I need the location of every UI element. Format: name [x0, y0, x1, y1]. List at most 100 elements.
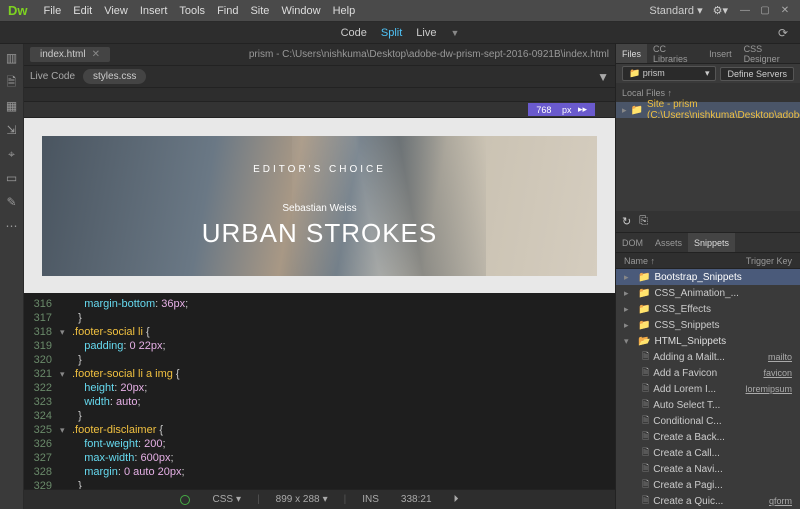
related-file[interactable]: styles.css: [83, 69, 146, 84]
site-dropdown[interactable]: 📁 prism▾: [622, 66, 716, 81]
document-tabbar: index.html ✕ prism - C:\Users\nishkuma\D…: [24, 44, 615, 66]
tab-files[interactable]: Files: [616, 44, 647, 63]
code-line[interactable]: 321▾.footer-social li a img {: [24, 367, 615, 381]
snippet-folder[interactable]: ▾📂HTML_Snippets: [616, 333, 800, 349]
view-code[interactable]: Code: [341, 27, 367, 39]
snippet-folder[interactable]: ▸📁Bootstrap_Snippets: [616, 269, 800, 285]
close-tab-icon[interactable]: ✕: [92, 49, 100, 60]
snippet-item[interactable]: 🗎Create a Pagi...: [616, 477, 800, 493]
filter-icon[interactable]: ▼: [597, 70, 609, 84]
code-line[interactable]: 327 max-width: 600px;: [24, 451, 615, 465]
more-icon[interactable]: ⋯: [4, 218, 20, 234]
code-line[interactable]: 329 }: [24, 479, 615, 489]
status-lang[interactable]: CSS ▾: [206, 494, 247, 505]
snippet-folder[interactable]: ▸📁CSS_Effects: [616, 301, 800, 317]
live-code-label: Live Code: [30, 71, 75, 82]
menu-file[interactable]: File: [44, 5, 62, 17]
files-panel-tabs: Files CC Libraries Insert CSS Designer: [616, 44, 800, 64]
workspace-switcher[interactable]: Standard ▾: [649, 4, 702, 17]
code-line[interactable]: 323 width: auto;: [24, 395, 615, 409]
status-cursor: 338:21: [395, 494, 438, 505]
view-live[interactable]: Live: [416, 27, 436, 39]
snippet-item[interactable]: 🗎Adding a Mailt...mailto: [616, 349, 800, 365]
toggle-panels-icon[interactable]: ▥: [4, 50, 20, 66]
expand-icon[interactable]: ⇲: [4, 122, 20, 138]
hero-author: Sebastian Weiss: [282, 203, 356, 214]
tab-snippets[interactable]: Snippets: [688, 233, 735, 252]
close-icon[interactable]: ✕: [778, 4, 792, 18]
tab-insert[interactable]: Insert: [703, 44, 738, 63]
tab-cc-libraries[interactable]: CC Libraries: [647, 44, 703, 63]
col-trigger[interactable]: Trigger Key: [746, 256, 792, 266]
snippet-item[interactable]: 🗎Add Lorem I...loremipsum: [616, 381, 800, 397]
menu-find[interactable]: Find: [217, 5, 238, 17]
define-servers-button[interactable]: Define Servers: [720, 67, 794, 81]
link-icon[interactable]: ⎘: [639, 215, 648, 228]
menu-view[interactable]: View: [104, 5, 128, 17]
settings-icon[interactable]: ⚙▾: [713, 4, 728, 17]
minimize-icon[interactable]: —: [738, 4, 752, 18]
chevron-right-icon: ▸: [622, 105, 627, 116]
snippet-item[interactable]: 🗎Auto Select T...: [616, 397, 800, 413]
code-editor[interactable]: 316 margin-bottom: 36px;317 }318▾.footer…: [24, 293, 615, 489]
live-view-icon[interactable]: ▦: [4, 98, 20, 114]
site-root-row[interactable]: ▸ 📁 Site - prism (C:\Users\nishkuma\Desk…: [616, 102, 800, 118]
snippet-item[interactable]: 🗎Create a Navi...: [616, 461, 800, 477]
breadcrumb-bar: [24, 88, 615, 102]
chevron-down-icon[interactable]: ▼: [450, 28, 459, 38]
layout-icon[interactable]: ▭: [4, 170, 20, 186]
right-panels: Files CC Libraries Insert CSS Designer 📁…: [615, 44, 800, 509]
file-icon[interactable]: 🗎: [4, 74, 20, 90]
snippet-item[interactable]: 🗎Add a Faviconfavicon: [616, 365, 800, 381]
snippet-item[interactable]: 🗎Create a Back...: [616, 429, 800, 445]
view-split[interactable]: Split: [381, 27, 402, 39]
snippet-item[interactable]: 🗎Create a Quic...qform: [616, 493, 800, 509]
menubar: Dw File Edit View Insert Tools Find Site…: [0, 0, 800, 22]
menu-site[interactable]: Site: [250, 5, 269, 17]
folder-icon: 📁: [631, 105, 643, 116]
code-line[interactable]: 319 padding: 0 22px;: [24, 339, 615, 353]
sync-settings-icon[interactable]: ⟳: [778, 26, 788, 40]
snippets-toolbar: ↻ ⎘: [616, 211, 800, 233]
code-line[interactable]: 328 margin: 0 auto 20px;: [24, 465, 615, 479]
col-name[interactable]: Name ↑: [624, 256, 655, 266]
snippet-folder[interactable]: ▸📁CSS_Animation_...: [616, 285, 800, 301]
hero-title: URBAN STROKES: [202, 218, 438, 249]
code-line[interactable]: 318▾.footer-social li {: [24, 325, 615, 339]
tools-icon[interactable]: ✎: [4, 194, 20, 210]
snippet-folder[interactable]: ▸📁CSS_Snippets: [616, 317, 800, 333]
menu-help[interactable]: Help: [333, 5, 356, 17]
code-line[interactable]: 320 }: [24, 353, 615, 367]
maximize-icon[interactable]: ▢: [758, 4, 772, 18]
code-line[interactable]: 322 height: 20px;: [24, 381, 615, 395]
status-ins[interactable]: INS: [356, 494, 385, 505]
code-line[interactable]: 324 }: [24, 409, 615, 423]
snippet-item[interactable]: 🗎Conditional C...: [616, 413, 800, 429]
related-files-bar: Live Code styles.css ▼: [24, 66, 615, 88]
tab-dom[interactable]: DOM: [616, 233, 649, 252]
refresh-icon[interactable]: ↻: [622, 215, 631, 228]
code-line[interactable]: 317 }: [24, 311, 615, 325]
menu-insert[interactable]: Insert: [140, 5, 168, 17]
document-tab[interactable]: index.html ✕: [30, 47, 110, 62]
status-dims[interactable]: 899 x 288 ▾: [270, 494, 334, 505]
ruler-bar: 768 px ▸▸: [24, 102, 615, 118]
left-toolbar: ▥ 🗎 ▦ ⇲ ⌖ ▭ ✎ ⋯: [0, 44, 24, 509]
menu-window[interactable]: Window: [281, 5, 320, 17]
hero-banner: EDITOR'S CHOICE Sebastian Weiss URBAN ST…: [42, 136, 597, 276]
menu-tools[interactable]: Tools: [179, 5, 205, 17]
code-line[interactable]: 325▾.footer-disclaimer {: [24, 423, 615, 437]
snippets-list[interactable]: ▸📁Bootstrap_Snippets▸📁CSS_Animation_...▸…: [616, 269, 800, 509]
snippet-item[interactable]: 🗎Create a Call...: [616, 445, 800, 461]
viewport-width-indicator[interactable]: 768 px ▸▸: [528, 103, 595, 116]
code-line[interactable]: 326 font-weight: 200;: [24, 437, 615, 451]
status-overflow-icon[interactable]: ⏵: [448, 494, 465, 505]
live-preview-pane[interactable]: EDITOR'S CHOICE Sebastian Weiss URBAN ST…: [24, 118, 615, 293]
tab-label: index.html: [40, 49, 86, 60]
inspect-icon[interactable]: ⌖: [4, 146, 20, 162]
snippets-panel-tabs: DOM Assets Snippets: [616, 233, 800, 253]
tab-css-designer[interactable]: CSS Designer: [738, 44, 800, 63]
code-line[interactable]: 316 margin-bottom: 36px;: [24, 297, 615, 311]
tab-assets[interactable]: Assets: [649, 233, 688, 252]
menu-edit[interactable]: Edit: [73, 5, 92, 17]
